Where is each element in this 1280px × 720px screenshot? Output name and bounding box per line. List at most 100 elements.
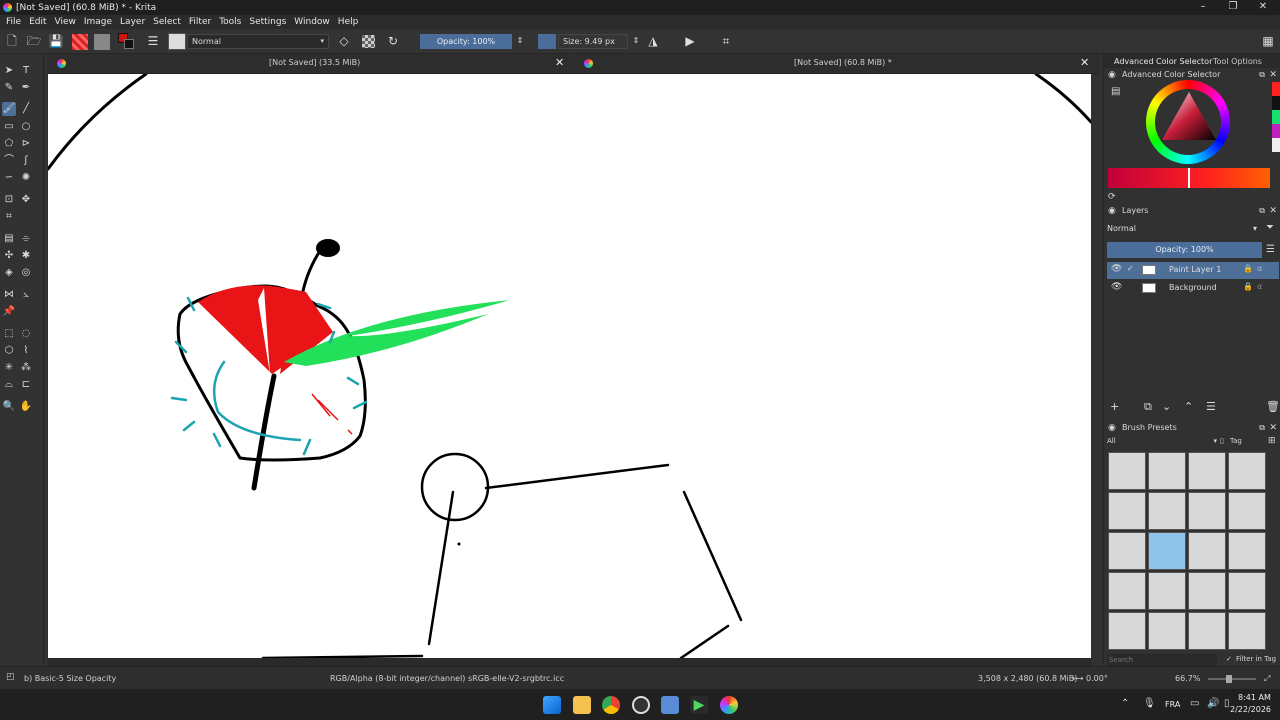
tag-label[interactable]: Tag [1230,437,1242,445]
open-document-icon[interactable]: 🗁 [26,33,42,49]
menu-select[interactable]: Select [149,17,185,27]
bezier-tool-icon[interactable]: ⌒ [2,154,16,168]
brush-settings-icon[interactable]: ☰ [145,33,161,49]
brush-preset-texture-4[interactable] [1228,612,1266,650]
duplicate-layer-icon[interactable]: ⧉ [1144,400,1152,414]
assistant-tool-icon[interactable]: ⋈ [2,288,16,302]
fill-tool-icon[interactable]: ◈ [2,266,16,280]
refresh-icon[interactable]: ⟳ [1108,192,1116,202]
enclose-fill-icon[interactable]: ◎ [19,266,33,280]
brush-preset-texture-2[interactable] [1148,612,1186,650]
menu-view[interactable]: View [51,17,80,27]
brush-search-input[interactable] [1107,654,1217,666]
brush-filter-select[interactable]: All ▾ [1107,437,1217,448]
filter-icon[interactable]: ⏷ [1266,222,1274,233]
close-tab-icon[interactable]: ✕ [555,56,564,69]
color-history-strip[interactable] [1272,82,1280,152]
reload-preset-icon[interactable]: ↻ [385,33,401,49]
tray-chevron-icon[interactable]: ⌃ [1121,698,1129,709]
layer-opacity-slider[interactable]: Opacity: 100% [1107,242,1262,258]
size-spin-icon[interactable]: ⇕ [628,33,644,49]
horizontal-scrollbar[interactable] [48,658,1091,666]
layer-row-paint-layer[interactable]: 👁 ✓ Paint Layer 1 🔒 α [1107,262,1279,279]
mirror-horizontal-icon[interactable]: ◮ [645,33,661,49]
new-document-icon[interactable]: 🗋 [4,33,20,49]
menu-window[interactable]: Window [290,17,334,27]
menu-image[interactable]: Image [80,17,116,27]
brush-preset-pencil-1[interactable] [1108,572,1146,610]
close-docker-icon[interactable]: ✕ [1269,421,1277,435]
close-docker-icon[interactable]: ✕ [1269,204,1277,218]
text-tool-icon[interactable]: T [19,64,33,78]
brush-preset-pencil-orange[interactable] [1188,532,1226,570]
background-color-swatch[interactable] [124,39,134,49]
brush-preset-ink-1[interactable] [1108,492,1146,530]
brush-preset-eraser[interactable] [1108,452,1146,490]
current-brush-label[interactable]: b) Basic-5 Size Opacity [24,674,116,683]
zoom-slider-handle[interactable] [1226,675,1232,683]
edit-shapes-icon[interactable]: ✎ [2,81,16,95]
layer-properties-icon[interactable]: ☰ [1206,400,1216,413]
freehand-select-icon[interactable]: ⌇ [19,344,33,358]
color-settings-icon[interactable]: ▤ [1111,86,1120,97]
color-space-label[interactable]: RGB/Alpha (8-bit integer/channel) sRGB-e… [330,674,564,683]
language-indicator[interactable]: FRA [1165,700,1180,709]
multibrush-icon[interactable]: ✺ [19,171,33,185]
menu-edit[interactable]: Edit [25,17,50,27]
similar-select-icon[interactable]: ⁂ [19,361,33,375]
brush-preset-airbrush[interactable] [1188,452,1226,490]
transform-tool-icon[interactable]: ⊡ [2,193,16,207]
visibility-eye-icon[interactable]: 👁 [1111,282,1122,292]
brush-preset-pencil-3[interactable] [1188,572,1226,610]
menu-help[interactable]: Help [334,17,363,27]
rotation-value[interactable]: 0.00° [1086,674,1108,683]
alpha-lock-icon[interactable]: α [1257,264,1262,273]
gradient-preset-icon[interactable] [72,34,88,50]
file-explorer-icon[interactable] [573,696,591,714]
reference-tool-icon[interactable]: 📌 [2,305,16,319]
workspace-chooser-icon[interactable]: ▦ [1260,33,1276,49]
layer-blend-select[interactable]: Normal ▾ [1107,222,1257,235]
move-down-icon[interactable]: ⌄ [1162,400,1171,413]
volume-icon[interactable]: 🔊 [1207,698,1219,709]
crop-tool-icon[interactable]: ⌗ [2,210,16,224]
select-shapes-icon[interactable]: ➤ [2,64,16,78]
restore-icon[interactable]: ❐ [1218,0,1248,15]
app-icon[interactable] [632,696,650,714]
minimize-icon[interactable]: – [1188,0,1218,15]
contiguous-select-icon[interactable]: ✳ [2,361,16,375]
brush-preset-marker[interactable] [1108,532,1146,570]
layer-menu-icon[interactable]: ☰ [1266,244,1275,255]
visibility-eye-icon[interactable]: 👁 [1111,264,1122,274]
brush-preset-ink-4[interactable] [1228,492,1266,530]
drawing-canvas[interactable] [48,74,1091,658]
ellipse-select-icon[interactable]: ◌ [19,327,33,341]
polygon-select-icon[interactable]: ⬡ [2,344,16,358]
size-slider[interactable]: Size: 9.49 px [558,34,628,49]
smart-patch-icon[interactable]: ✱ [19,249,33,263]
document-tab-left[interactable]: [Not Saved] (33.5 MiB) ✕ [48,54,574,74]
network-icon[interactable]: ▭ [1190,698,1199,709]
float-icon[interactable]: ⧉ [1259,421,1265,435]
tab-tool-options[interactable]: Tool Options [1213,57,1262,66]
brush-preset-ink-2[interactable] [1148,492,1186,530]
move-up-icon[interactable]: ⌃ [1184,400,1193,413]
clock-date[interactable]: 2/22/2026 [1230,705,1271,714]
color-slider-bars[interactable] [1108,168,1270,188]
gradient-tool-icon[interactable]: ▤ [2,232,16,246]
color-slider-handle[interactable] [1188,168,1190,188]
lock-icon[interactable]: 🔒 [1243,264,1253,273]
brush-preset-icon[interactable] [168,33,186,50]
polyline-tool-icon[interactable]: ⊳ [19,137,33,151]
magnetic-select-icon[interactable]: ⊏ [19,378,33,392]
eraser-icon[interactable]: ◇ [336,33,352,49]
game-icon[interactable] [661,696,679,714]
rect-select-icon[interactable]: ⬚ [2,327,16,341]
save-document-icon[interactable]: 💾 [48,33,64,49]
bezier-select-icon[interactable]: ⌓ [2,378,16,392]
windows-start-icon[interactable] [543,696,561,714]
close-tab-icon[interactable]: ✕ [1080,56,1089,69]
menu-settings[interactable]: Settings [245,17,290,27]
color-picker-icon[interactable]: ⌯ [19,232,33,246]
tag-icon[interactable]: ▯ [1220,437,1224,445]
